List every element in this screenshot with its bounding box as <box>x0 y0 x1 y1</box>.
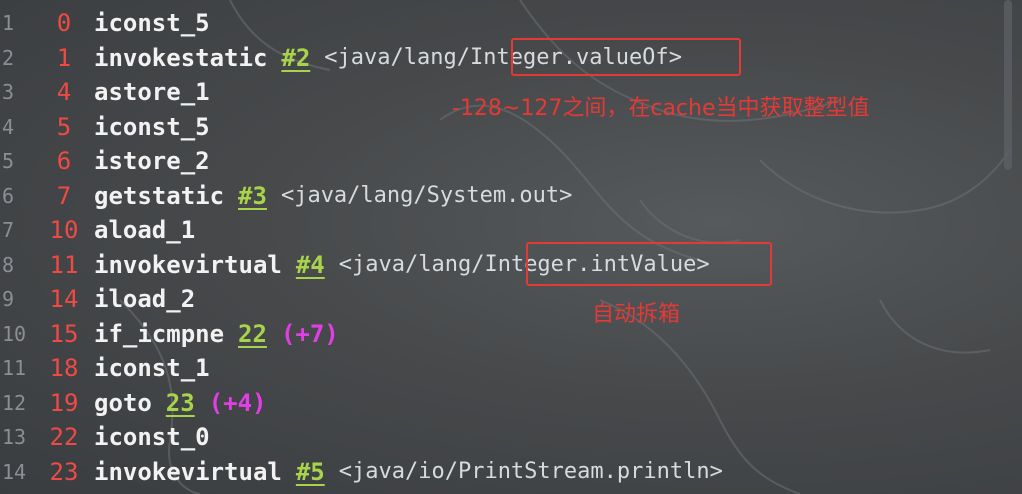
opcode: istore_2 <box>94 147 210 175</box>
line-number: 9 <box>2 287 15 311</box>
bytecode-offset: 11 <box>49 251 79 279</box>
bytecode-offset: 18 <box>49 354 79 382</box>
bytecode-offset: 19 <box>49 389 79 417</box>
bytecode-offset: 0 <box>56 9 72 37</box>
bytecode-offset: 22 <box>49 423 79 451</box>
opcode: invokevirtual <box>94 251 282 279</box>
code-line: 8 11 invokevirtual #4 <java/lang/Integer.int… <box>0 248 1000 282</box>
bytecode-offset: 4 <box>56 78 72 106</box>
jump-offset: (+7) <box>280 320 339 348</box>
code-line: 11 18 iconst_1 <box>0 351 1000 385</box>
bytecode-offset: 14 <box>49 285 79 313</box>
constant-pool-ref-link[interactable]: #2 <box>281 41 310 75</box>
line-number: 7 <box>2 218 15 242</box>
code-line: 6 7 getstatic #3 <java/lang/System.out> <box>0 179 1000 213</box>
line-number: 5 <box>2 149 15 173</box>
line-number: 1 <box>2 11 15 35</box>
annotation-cache-note: -128~127之间，在cache当中获取整型值 <box>452 96 870 121</box>
operand-prefix: <java/lang/ <box>324 45 470 70</box>
bytecode-offset: 5 <box>56 113 72 141</box>
line-number: 2 <box>2 46 15 70</box>
operand: <java/io/PrintStream.println> <box>338 459 723 484</box>
operand-prefix: <java/lang/ <box>338 252 485 277</box>
opcode: iconst_0 <box>94 423 210 451</box>
code-line: 7 10 aload_1 <box>0 213 1000 247</box>
highlight-box-valueof <box>511 38 741 76</box>
bytecode-editor: 1 0 iconst_5 2 1 invokestatic #2 <java/lang/In… <box>0 0 1022 494</box>
opcode: if_icmpne <box>94 320 225 348</box>
jump-target-link[interactable]: 23 <box>166 386 195 420</box>
code-line: 9 14 iload_2 <box>0 282 1000 316</box>
constant-pool-ref-link[interactable]: #4 <box>296 248 325 282</box>
highlight-box-intvalue <box>526 242 772 286</box>
bytecode-offset: 1 <box>56 44 72 72</box>
opcode: getstatic <box>94 182 225 210</box>
line-number: 12 <box>2 391 27 415</box>
opcode: invokestatic <box>94 44 268 72</box>
bytecode-offset: 6 <box>56 147 72 175</box>
code-line: 5 6 istore_2 <box>0 144 1000 178</box>
opcode: invokevirtual <box>94 458 282 486</box>
operand: <java/lang/System.out> <box>280 183 573 208</box>
line-number: 10 <box>2 322 27 346</box>
opcode: goto <box>94 389 152 417</box>
opcode: iconst_5 <box>94 9 210 37</box>
opcode: aload_1 <box>94 216 196 244</box>
code-line: 14 23 invokevirtual #5 <java/io/PrintStream.… <box>0 455 1000 489</box>
opcode: iconst_1 <box>94 354 210 382</box>
bytecode-offset: 15 <box>49 320 79 348</box>
bytecode-offset: 23 <box>49 458 79 486</box>
jump-offset: (+4) <box>208 389 267 417</box>
opcode: iconst_5 <box>94 113 210 141</box>
code-line: 12 19 goto 23 (+4) <box>0 386 1000 420</box>
bytecode-offset: 10 <box>49 216 79 244</box>
vertical-scrollbar[interactable] <box>1004 0 1012 170</box>
line-number: 14 <box>2 460 27 484</box>
opcode: iload_2 <box>94 285 196 313</box>
code-line: 2 1 invokestatic #2 <java/lang/Integer.value… <box>0 41 1000 75</box>
constant-pool-ref-link[interactable]: #5 <box>296 455 325 489</box>
line-number: 13 <box>2 425 27 449</box>
line-number: 8 <box>2 253 15 277</box>
bytecode-offset: 7 <box>56 182 72 210</box>
code-line: 10 15 if_icmpne 22 (+7) <box>0 317 1000 351</box>
code-line: 13 22 iconst_0 <box>0 420 1000 454</box>
line-number: 4 <box>2 115 15 139</box>
annotation-unboxing-note: 自动拆箱 <box>592 302 681 327</box>
line-number: 3 <box>2 80 15 104</box>
line-number: 11 <box>2 356 27 380</box>
jump-target-link[interactable]: 22 <box>238 317 267 351</box>
constant-pool-ref-link[interactable]: #3 <box>238 179 267 213</box>
code-line: 1 0 iconst_5 <box>0 6 1000 40</box>
opcode: astore_1 <box>94 78 210 106</box>
line-number: 6 <box>2 184 15 208</box>
